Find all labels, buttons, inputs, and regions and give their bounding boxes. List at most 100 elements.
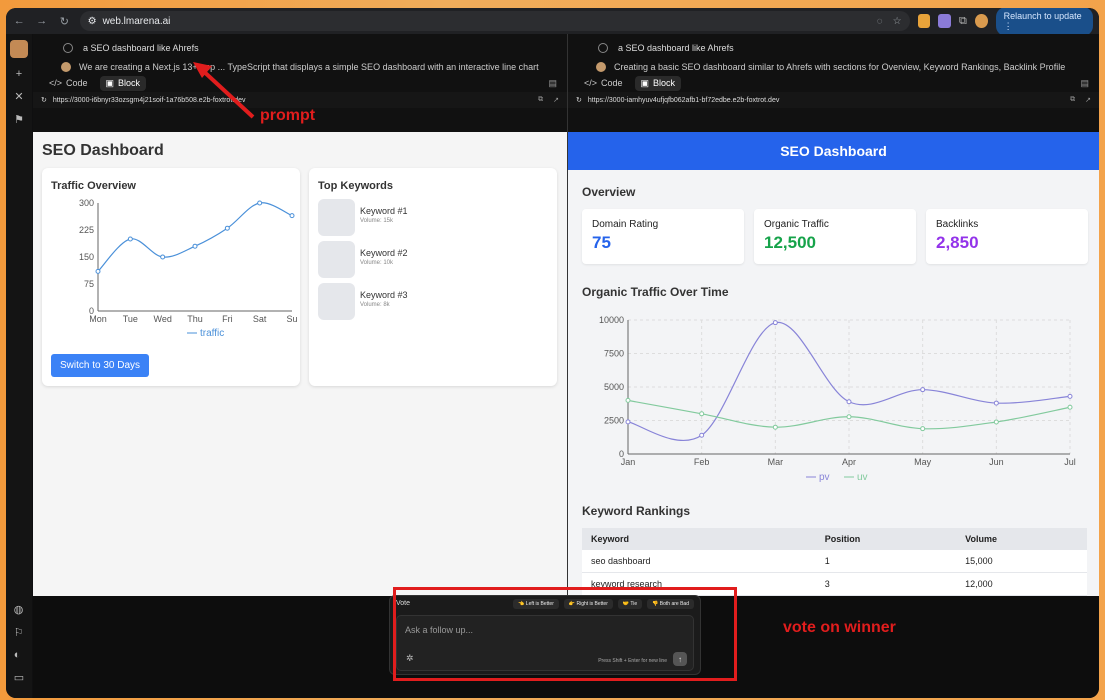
y-tick-label: 2500 xyxy=(604,416,624,426)
data-point xyxy=(699,411,705,417)
tab-code-label: Code xyxy=(601,78,623,88)
profile-avatar[interactable] xyxy=(974,14,988,28)
refresh-icon[interactable]: ↻ xyxy=(576,96,582,104)
keyword-volume: Volume: 10k xyxy=(360,260,394,266)
keyword-thumbnail xyxy=(318,241,355,278)
data-point xyxy=(846,414,852,420)
data-point xyxy=(289,213,295,219)
y-tick-label: 5000 xyxy=(604,382,624,392)
rankings-title: Keyword Rankings xyxy=(582,504,691,518)
left-rail: + ✕ ⚑ ◍ ⚐ ◐ ▭ xyxy=(6,34,32,698)
data-point xyxy=(920,426,926,432)
copy-icon[interactable]: ⧉ xyxy=(1070,96,1075,104)
globe-icon[interactable]: ◍ xyxy=(14,603,24,616)
metric-label: Organic Traffic xyxy=(764,219,829,230)
tab-block[interactable]: ▣ Block xyxy=(634,75,682,91)
battle-icon[interactable]: ✕ xyxy=(14,90,23,103)
eye-off-icon[interactable]: ◌ xyxy=(877,16,883,27)
keyword-item[interactable]: Keyword #1 Volume: 15k xyxy=(318,199,408,236)
keyword-item[interactable]: Keyword #3 Volume: 8k xyxy=(318,283,408,320)
metric-card: Backlinks 2,850 xyxy=(926,209,1088,264)
cell-position: 3 xyxy=(815,572,957,596)
y-tick-label: 225 xyxy=(79,225,94,235)
address-text: web.lmarena.ai xyxy=(102,15,171,27)
panel-icon[interactable]: ▤ xyxy=(548,78,557,89)
browser-toolbar: ← → ↻ ⚙ web.lmarena.ai ◌ ☆ ⧉ Relaunch to… xyxy=(6,8,1099,36)
dashboard-header: SEO Dashboard xyxy=(568,132,1099,170)
y-tick-label: 300 xyxy=(79,198,94,208)
address-bar[interactable]: ⚙ web.lmarena.ai ◌ ☆ xyxy=(79,11,910,31)
y-tick-label: 7500 xyxy=(604,349,624,359)
theme-icon[interactable]: ◐ xyxy=(14,649,24,661)
site-settings-icon[interactable]: ⚙ xyxy=(88,16,97,27)
data-point xyxy=(192,243,198,249)
puzzle-icon[interactable]: ⧉ xyxy=(959,15,967,28)
data-point xyxy=(699,432,705,438)
column-header: Position xyxy=(815,528,957,550)
panel-icon[interactable]: ▤ xyxy=(1080,78,1089,89)
keyword-volume: Volume: 15k xyxy=(360,218,394,224)
traffic-chart[interactable]: 075150225300Mon Tue Wed Thu Fri Sat Sutraffic xyxy=(42,196,300,356)
metric-value: 75 xyxy=(592,233,611,252)
x-tick-label: May xyxy=(914,457,932,467)
preview-url: https://3000-i6bnyr33ozsgm4j21soif-1a76b… xyxy=(52,96,246,104)
x-tick-label: Jan xyxy=(621,457,636,467)
switch-30-days-button[interactable]: Switch to 30 Days xyxy=(51,354,150,377)
extension-icon[interactable] xyxy=(938,14,952,28)
copy-icon[interactable]: ⧉ xyxy=(538,96,543,104)
table-row: seo dashboard 1 15,000 xyxy=(582,550,1087,573)
prompt-annotation: prompt xyxy=(260,107,316,124)
app-logo[interactable] xyxy=(10,40,28,58)
user-icon xyxy=(63,43,73,53)
data-point xyxy=(224,225,230,231)
relaunch-button[interactable]: Relaunch to update ⋮ xyxy=(995,8,1093,36)
metric-value: 2,850 xyxy=(936,233,979,252)
x-tick-label: Thu xyxy=(187,314,203,324)
new-chat-icon[interactable]: + xyxy=(16,68,22,80)
bookmark-star-icon[interactable]: ☆ xyxy=(893,16,902,27)
annotation-box xyxy=(393,587,737,681)
refresh-icon[interactable]: ↻ xyxy=(41,96,47,104)
leaderboard-icon[interactable]: ⚑ xyxy=(14,113,24,126)
cell-volume: 15,000 xyxy=(956,550,1087,573)
data-point xyxy=(772,320,778,326)
legend-label: pv xyxy=(819,472,830,483)
forward-icon[interactable]: → xyxy=(35,13,50,29)
flag-icon[interactable]: ⚐ xyxy=(14,626,24,639)
keyword-name: Keyword #2 xyxy=(360,248,408,258)
prompt-text: a SEO dashboard like Ahrefs xyxy=(83,43,199,53)
right-response-pane: a SEO dashboard like Ahrefs Creating a b… xyxy=(568,34,1099,596)
table-header-row: Keyword Position Volume xyxy=(582,528,1087,550)
x-tick-label: Wed xyxy=(153,314,171,324)
keyword-item[interactable]: Keyword #2 Volume: 10k xyxy=(318,241,408,278)
x-tick-label: Mon xyxy=(89,314,107,324)
prompt-text: a SEO dashboard like Ahrefs xyxy=(618,43,734,53)
back-icon[interactable]: ← xyxy=(12,13,27,29)
legend-label: traffic xyxy=(200,328,224,339)
keyword-thumbnail xyxy=(318,283,355,320)
y-tick-label: 150 xyxy=(79,252,94,262)
x-tick-label: Jul xyxy=(1064,457,1076,467)
x-tick-label: Mar xyxy=(768,457,784,467)
data-point xyxy=(127,236,133,242)
tab-code[interactable]: </> Code xyxy=(43,76,94,90)
data-point xyxy=(920,387,926,393)
reply-text: We are creating a Next.js 13+ app ... Ty… xyxy=(79,62,539,72)
keyword-rankings-table: Keyword Position Volume seo dashboard 1 … xyxy=(582,528,1087,596)
data-point xyxy=(95,268,101,274)
model-avatar xyxy=(596,62,606,72)
tab-code[interactable]: </> Code xyxy=(578,76,629,90)
model-avatar xyxy=(61,62,71,72)
data-point xyxy=(257,200,263,206)
data-point xyxy=(625,397,631,403)
external-link-icon[interactable]: ↗ xyxy=(1085,96,1091,104)
tab-block-label: Block xyxy=(118,78,141,88)
sidebar-toggle-icon[interactable]: ▭ xyxy=(14,671,24,684)
external-link-icon[interactable]: ↗ xyxy=(553,96,559,104)
data-point xyxy=(625,419,631,425)
reload-icon[interactable]: ↻ xyxy=(57,13,72,29)
column-header: Keyword xyxy=(582,528,816,550)
organic-traffic-chart[interactable]: 025005000750010000Jan Feb Mar Apr May Jun Julp… xyxy=(568,304,1088,494)
extension-icon[interactable] xyxy=(917,14,931,28)
tab-block[interactable]: ▣ Block xyxy=(99,75,147,91)
